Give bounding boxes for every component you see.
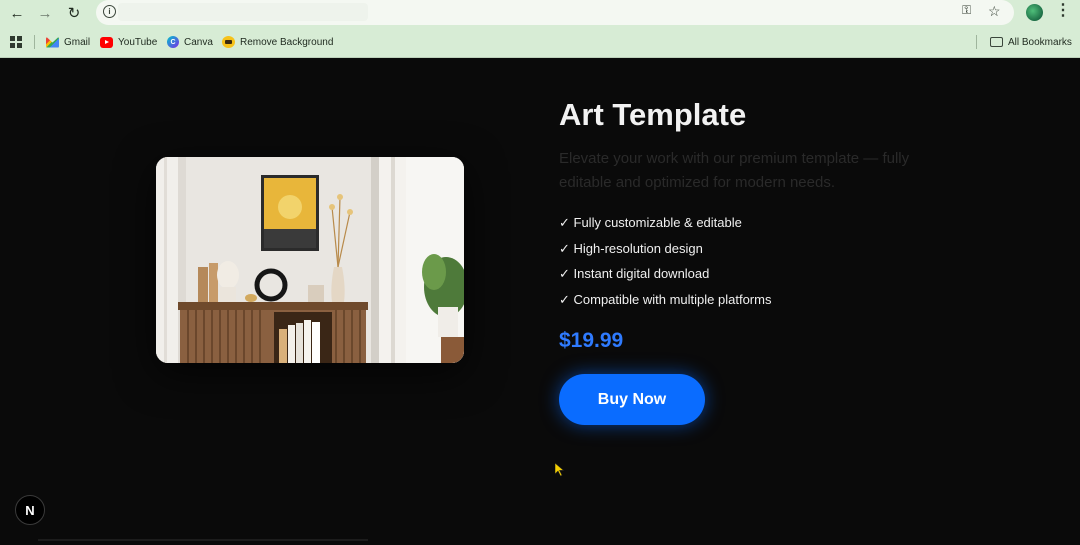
bookmark-remove-background[interactable]: Remove Background xyxy=(222,34,333,50)
product-title: Art Template xyxy=(559,97,747,132)
buy-now-button[interactable]: Buy Now xyxy=(559,374,705,425)
apps-grid-icon[interactable] xyxy=(10,36,22,48)
folder-icon xyxy=(990,37,1003,47)
product-image xyxy=(156,157,464,363)
product-description: Elevate your work with our premium templ… xyxy=(559,150,910,191)
bookmarks-separator xyxy=(976,35,977,49)
mouse-cursor-icon xyxy=(555,463,565,477)
bookmark-youtube[interactable]: YouTube xyxy=(100,34,157,50)
profile-avatar[interactable] xyxy=(1026,4,1043,21)
address-bar[interactable]: i ⚿ ☆ xyxy=(96,0,1014,25)
reload-button[interactable]: ↻ xyxy=(64,3,84,23)
interior-shelf-illustration xyxy=(156,157,464,363)
nextjs-dev-badge[interactable]: N xyxy=(15,495,45,525)
feature-item: ✓ High-resolution design xyxy=(559,240,703,256)
star-icon[interactable]: ☆ xyxy=(988,4,1001,18)
bookmark-gmail[interactable]: Gmail xyxy=(46,34,90,50)
bookmark-label: YouTube xyxy=(118,36,158,48)
reload-icon: ↻ xyxy=(67,4,81,22)
bookmark-label: Gmail xyxy=(64,36,91,48)
bookmark-label: Canva xyxy=(184,36,213,48)
product-page: Art Template Elevate your work with our … xyxy=(0,59,1080,545)
info-icon[interactable]: i xyxy=(103,5,116,18)
product-price: $19.99 xyxy=(559,329,624,352)
canva-icon: C xyxy=(167,36,179,48)
bottom-divider xyxy=(38,539,368,541)
gmail-icon xyxy=(46,36,59,48)
bookmarks-bar: Gmail YouTube C Canva Remove Background … xyxy=(0,26,1080,58)
feature-item: ✓ Fully customizable & editable xyxy=(559,215,742,230)
remove-bg-icon xyxy=(222,36,235,48)
back-button[interactable]: ← xyxy=(7,3,27,23)
bookmark-canva[interactable]: C Canva xyxy=(167,34,213,50)
browser-top-bar: ← → ↻ i ⚿ ☆ ⋮ xyxy=(0,0,1080,26)
feature-list: ✓ Fully customizable & editable ✓ High-r… xyxy=(559,214,771,316)
bookmark-label: Remove Background xyxy=(240,36,334,48)
feature-item: ✓ Instant digital download xyxy=(559,266,710,281)
youtube-icon xyxy=(100,36,113,48)
password-key-icon[interactable]: ⚿ xyxy=(962,4,971,16)
feature-item: ✓ Compatible with multiple platforms xyxy=(559,291,772,307)
arrow-left-icon: ← xyxy=(9,4,25,22)
url-text[interactable] xyxy=(118,3,368,21)
bookmarks-separator xyxy=(34,35,35,49)
arrow-right-icon: → xyxy=(37,4,53,22)
all-bookmarks-button[interactable]: All Bookmarks xyxy=(990,34,1072,50)
forward-button[interactable]: → xyxy=(35,3,55,23)
all-bookmarks-label: All Bookmarks xyxy=(1008,36,1072,48)
more-vert-icon[interactable]: ⋮ xyxy=(1055,3,1071,19)
